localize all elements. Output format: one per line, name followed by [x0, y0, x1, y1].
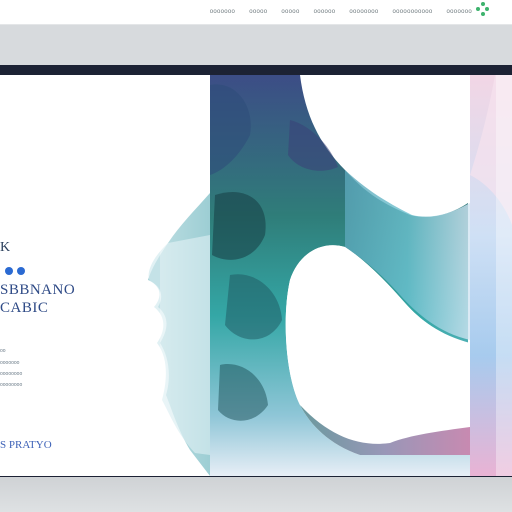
nav-item-5[interactable]: oooooooo	[349, 9, 378, 15]
carousel-dots[interactable]	[5, 267, 25, 275]
header-band	[0, 25, 512, 65]
abstract-face-artwork	[148, 75, 512, 476]
nav-item-2[interactable]: ooooo	[249, 9, 267, 15]
nav-item-4[interactable]: oooooo	[314, 9, 336, 15]
cta-link[interactable]: S PRATYO	[0, 439, 52, 451]
nav-item-1[interactable]: ooooooo	[210, 9, 235, 15]
hero-heading-line2: CABIC	[0, 300, 49, 316]
meta-line-4: oooooooo	[0, 382, 23, 388]
dot-1[interactable]	[5, 267, 13, 275]
meta-line-3: oooooooo	[0, 371, 23, 377]
meta-line-2: ooooooo	[0, 360, 20, 366]
dot-2[interactable]	[17, 267, 25, 275]
hero-eyebrow: K	[0, 240, 11, 255]
nav-item-7[interactable]: ooooooo	[447, 9, 472, 15]
nav-menu: ooooooo ooooo ooooo oooooo oooooooo oooo…	[210, 9, 472, 15]
meta-line-1: oo	[0, 348, 6, 354]
top-nav-bar: ooooooo ooooo ooooo oooooo oooooooo oooo…	[0, 0, 512, 25]
logo-icon[interactable]	[476, 2, 490, 20]
page: ooooooo ooooo ooooo oooooo oooooooo oooo…	[0, 0, 512, 512]
nav-item-6[interactable]: ooooooooooo	[393, 9, 433, 15]
hero-heading-line1: SBBNANO	[0, 282, 76, 298]
hero-section: K SBBNANO CABIC oo ooooooo oooooooo oooo…	[0, 75, 512, 476]
nav-item-3[interactable]: ooooo	[281, 9, 299, 15]
footer-band	[0, 477, 512, 512]
